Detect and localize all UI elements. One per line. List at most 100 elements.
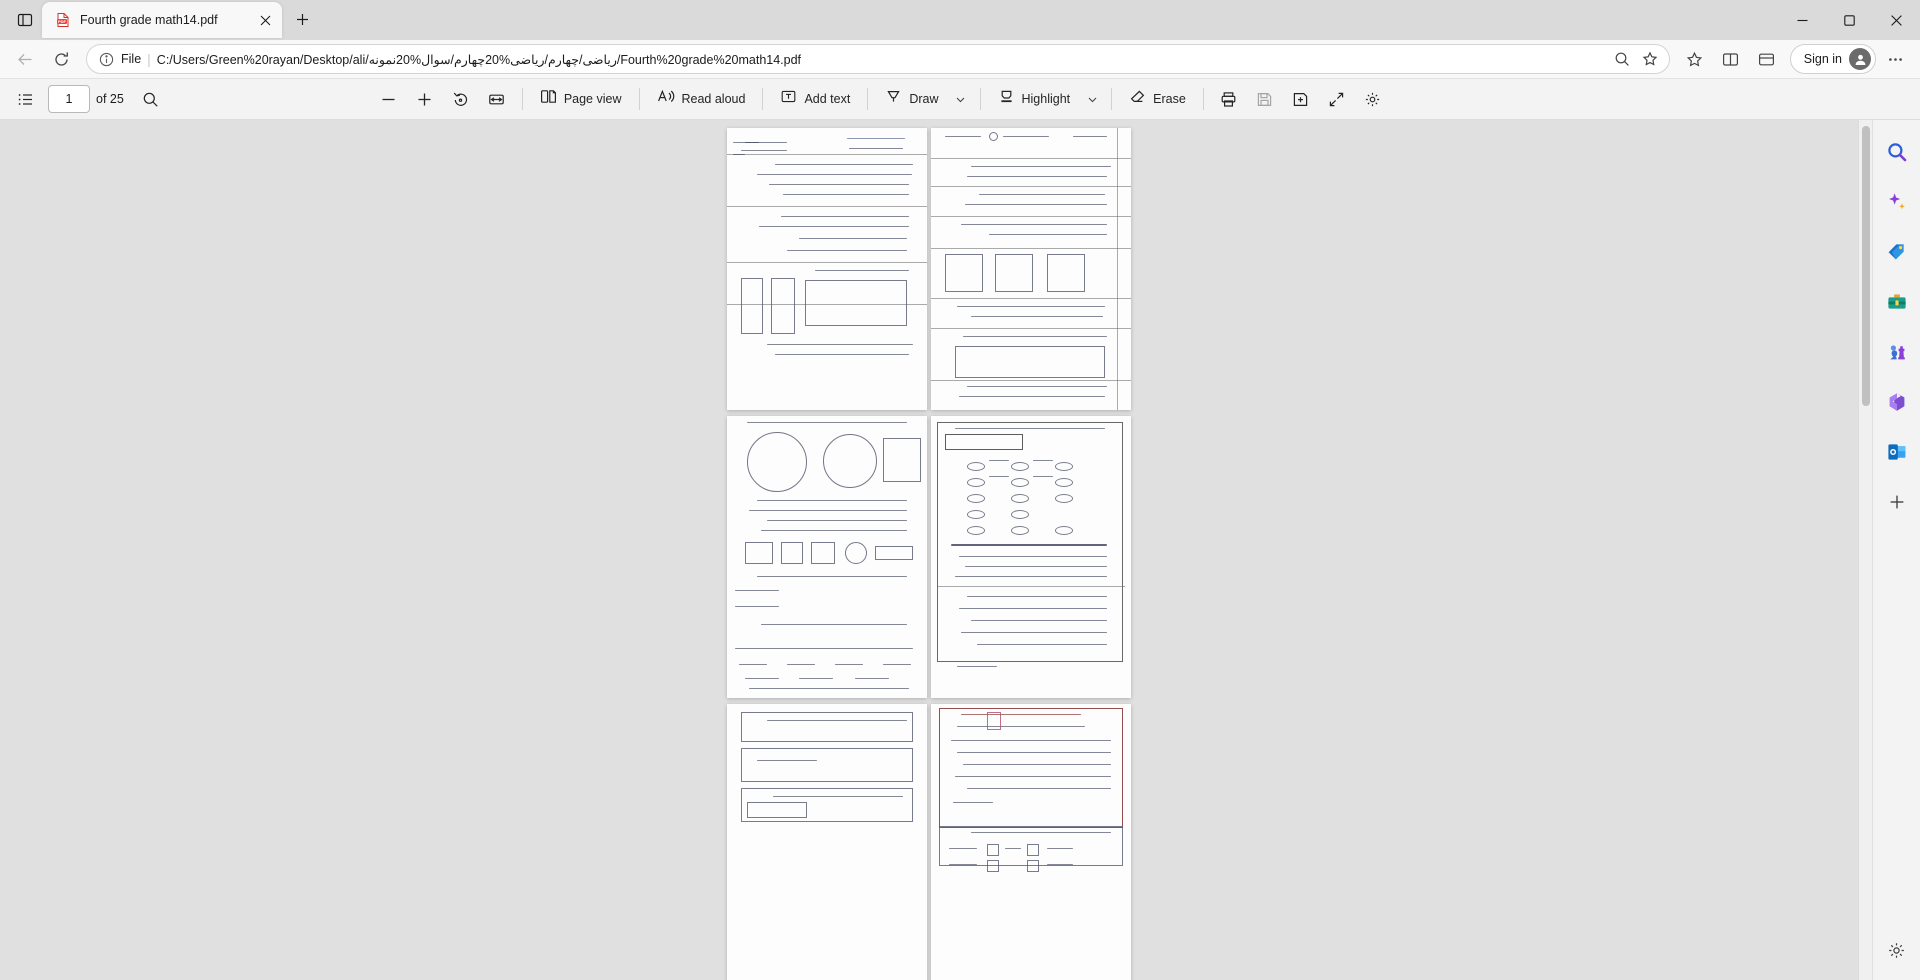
games-icon[interactable] <box>1881 336 1913 368</box>
page-row <box>727 128 1131 410</box>
fit-to-width-icon[interactable] <box>480 83 514 115</box>
browser-essentials-icon[interactable] <box>1750 44 1784 74</box>
close-icon[interactable] <box>254 9 276 31</box>
page-scan <box>727 704 927 980</box>
search-icon[interactable] <box>134 83 168 115</box>
page-scan <box>727 128 927 410</box>
draw-button[interactable]: Draw <box>876 83 947 115</box>
settings-and-more-icon[interactable] <box>1878 44 1912 74</box>
draw-label: Draw <box>909 92 939 106</box>
page-view-icon <box>540 88 557 110</box>
omnibox-actions <box>1609 46 1663 72</box>
page-count-label: of 25 <box>96 92 124 106</box>
toolbar-divider <box>762 88 764 110</box>
tab-search-icon[interactable] <box>8 5 42 35</box>
split-screen-icon[interactable] <box>1714 44 1748 74</box>
tools-icon[interactable] <box>1881 286 1913 318</box>
tab-title: Fourth grade math14.pdf <box>80 13 218 27</box>
minimize-icon[interactable] <box>1779 0 1826 40</box>
page-scan <box>727 416 927 698</box>
back-arrow-icon[interactable] <box>8 44 42 74</box>
pdf-toolbar: 1 of 25 Page view Read aloud Add text Dr… <box>0 78 1920 120</box>
toolbar-divider <box>638 88 640 110</box>
read-aloud-label: Read aloud <box>681 92 746 106</box>
highlight-label: Highlight <box>1021 92 1071 106</box>
sidebar-settings-icon[interactable] <box>1881 934 1913 966</box>
print-icon[interactable] <box>1212 83 1246 115</box>
table-of-contents-icon[interactable] <box>8 83 42 115</box>
sign-in-button[interactable]: Sign in <box>1789 44 1876 74</box>
pdf-page[interactable] <box>727 128 927 410</box>
pdf-page[interactable] <box>931 128 1131 410</box>
page-row <box>727 416 1131 698</box>
title-bar: PDF Fourth grade math14.pdf <box>0 0 1920 40</box>
outlook-icon[interactable] <box>1881 436 1913 468</box>
erase-label: Erase <box>1153 92 1186 106</box>
zoom-in-icon[interactable] <box>408 83 442 115</box>
highlight-chevron-down-icon[interactable] <box>1081 83 1103 115</box>
add-text-label: Add text <box>804 92 851 106</box>
pdf-page[interactable] <box>931 416 1131 698</box>
pdf-page[interactable] <box>931 704 1131 980</box>
fullscreen-icon[interactable] <box>1320 83 1354 115</box>
content-area <box>0 120 1920 980</box>
pdf-viewer[interactable] <box>0 120 1858 980</box>
highlighter-icon <box>998 88 1015 110</box>
tab-strip: PDF Fourth grade math14.pdf <box>0 0 322 40</box>
address-bar[interactable]: File | C:/Users/Green%20rayan/Desktop/al… <box>86 44 1670 74</box>
avatar <box>1849 48 1871 70</box>
pdf-file-icon: PDF <box>54 11 72 29</box>
save-as-icon[interactable] <box>1284 83 1318 115</box>
copilot-icon[interactable] <box>1881 186 1913 218</box>
new-tab-button[interactable] <box>286 3 318 35</box>
url-divider: | <box>147 51 151 67</box>
pdf-page[interactable] <box>727 704 927 980</box>
toolbar-divider <box>1202 88 1204 110</box>
browser-tab[interactable]: PDF Fourth grade math14.pdf <box>42 2 282 38</box>
page-number-input[interactable]: 1 <box>48 85 90 113</box>
toolbar-divider <box>521 88 523 110</box>
pdf-settings-icon[interactable] <box>1356 83 1390 115</box>
navigation-bar: File | C:/Users/Green%20rayan/Desktop/al… <box>0 40 1920 78</box>
shopping-tag-icon[interactable] <box>1881 236 1913 268</box>
page-view-label: Page view <box>563 92 622 106</box>
window-close-icon[interactable] <box>1873 0 1920 40</box>
toolbar-divider <box>867 88 869 110</box>
sign-in-label: Sign in <box>1803 52 1842 66</box>
eraser-icon <box>1129 88 1146 110</box>
edge-sidebar <box>1872 120 1920 980</box>
scrollbar-thumb[interactable] <box>1862 126 1870 406</box>
page-zoom-icon[interactable] <box>1609 46 1635 72</box>
window-controls <box>1779 0 1920 40</box>
page-scan <box>931 416 1131 698</box>
read-aloud-button[interactable]: Read aloud <box>648 83 755 115</box>
collections-icon[interactable] <box>1678 44 1712 74</box>
add-text-icon <box>780 88 797 110</box>
microsoft-365-icon[interactable] <box>1881 386 1913 418</box>
zoom-out-icon[interactable] <box>372 83 406 115</box>
highlight-button[interactable]: Highlight <box>989 83 1080 115</box>
info-icon[interactable] <box>97 50 115 68</box>
rotate-icon[interactable] <box>444 83 478 115</box>
toolbar-divider <box>1111 88 1113 110</box>
url-text[interactable]: C:/Users/Green%20rayan/Desktop/ali/ریاضی… <box>157 52 1603 67</box>
url-scheme-label: File <box>121 52 142 66</box>
save-icon[interactable] <box>1248 83 1282 115</box>
page-scan <box>931 128 1131 410</box>
vertical-scrollbar[interactable] <box>1858 120 1872 980</box>
page-scan <box>931 704 1131 980</box>
add-text-button[interactable]: Add text <box>771 83 859 115</box>
toolbar-divider <box>979 88 981 110</box>
refresh-icon[interactable] <box>44 44 78 74</box>
erase-button[interactable]: Erase <box>1120 83 1195 115</box>
add-favorite-star-icon[interactable] <box>1637 46 1663 72</box>
page-view-button[interactable]: Page view <box>531 83 631 115</box>
add-sidebar-app-icon[interactable] <box>1881 486 1913 518</box>
search-icon[interactable] <box>1881 136 1913 168</box>
read-aloud-icon <box>657 88 675 110</box>
page-row <box>727 704 1131 980</box>
draw-chevron-down-icon[interactable] <box>950 83 972 115</box>
maximize-icon[interactable] <box>1826 0 1873 40</box>
pdf-page[interactable] <box>727 416 927 698</box>
svg-text:PDF: PDF <box>58 19 67 24</box>
